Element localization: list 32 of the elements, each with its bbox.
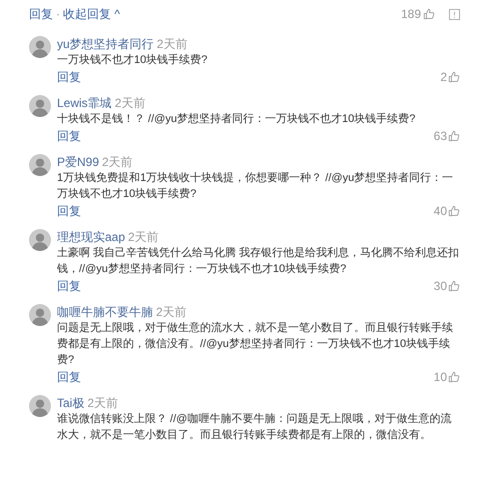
- reply-link[interactable]: 回复: [29, 6, 53, 22]
- timestamp: 2天前: [114, 96, 146, 110]
- timestamp: 2天前: [156, 37, 188, 51]
- comment-text: 土豪啊 我自己辛苦钱凭什么给马化腾 我存银行他是给我利息，马化腾不给利息还扣钱，//@yu梦想坚持者同行：一万块钱不也才10块钱手续费?: [57, 246, 460, 277]
- reply-link[interactable]: 回复: [57, 128, 81, 144]
- reply-link[interactable]: 回复: [57, 203, 81, 219]
- username-link[interactable]: 理想现实aap: [57, 230, 126, 244]
- comment-text: 十块钱不是钱！？ //@yu梦想坚持者同行：一万块钱不也才10块钱手续费?: [57, 112, 416, 127]
- separator-dot: ·: [56, 7, 60, 21]
- like-count: 2: [440, 69, 447, 85]
- comment-text: 1万块钱免费提和1万块钱收十块钱提，你想要哪一种？ //@yu梦想坚持者同行：一万块钱不也才10块钱手续费?: [57, 170, 454, 202]
- reply-link[interactable]: 回复: [57, 369, 81, 385]
- username-link[interactable]: Lewis霏城: [57, 96, 112, 110]
- like-count: 63: [434, 128, 447, 144]
- comment-text: 一万块钱不也才10块钱手续费?: [57, 53, 208, 68]
- username-link[interactable]: Tai极: [57, 396, 84, 410]
- reply-link[interactable]: 回复: [57, 278, 81, 294]
- like-count: 10: [434, 369, 447, 385]
- username-link[interactable]: 咖喱牛腩不要牛腩: [57, 305, 153, 319]
- timestamp: 2天前: [87, 396, 118, 410]
- reply-link[interactable]: 回复: [57, 69, 81, 85]
- timestamp: 2天前: [156, 305, 187, 319]
- username-link[interactable]: P爱N99: [57, 155, 100, 169]
- like-count: 40: [434, 203, 447, 219]
- timestamp: 2天前: [102, 155, 133, 169]
- timestamp: 2天前: [128, 230, 159, 244]
- like-count: 30: [434, 278, 447, 294]
- username-link[interactable]: yu梦想坚持者同行: [57, 37, 154, 51]
- collapse-replies-link[interactable]: 收起回复 ^: [63, 6, 120, 22]
- comment-text: 问题是无上限哦，对于做生意的流水大，就不是一笔小数目了。而且银行转账手续费都是有上限的，微信没有。//@yu梦想坚持者同行：一万块钱不也才10块钱手续费?: [57, 320, 454, 368]
- comment-text: 谁说微信转账没上限？ //@咖喱牛腩不要牛腩：问题是无上限哦，对于做生意的流水大，就不是一笔小数目了。而且银行转账手续费都是有上限的，微信没有。: [57, 412, 452, 443]
- like-count: 189: [400, 7, 421, 21]
